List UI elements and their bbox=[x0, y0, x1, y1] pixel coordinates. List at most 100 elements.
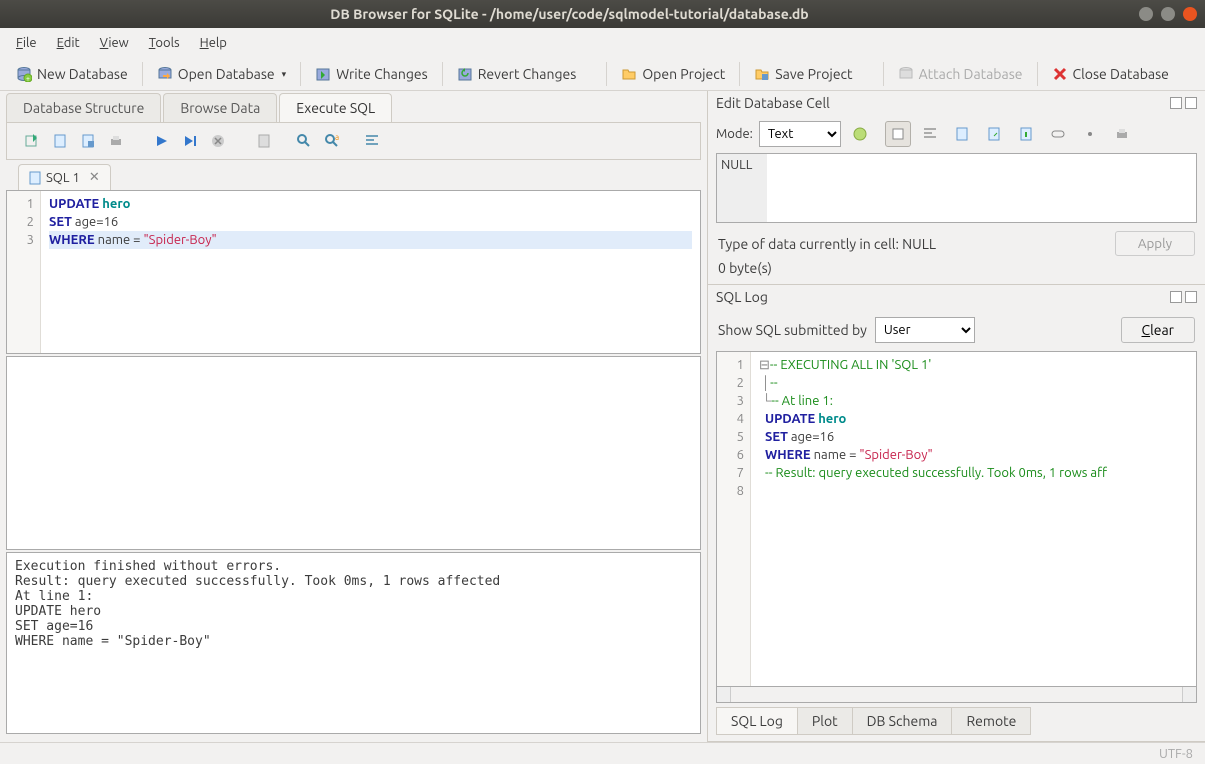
tab-browse-data[interactable]: Browse Data bbox=[163, 93, 277, 122]
close-database-button[interactable]: Close Database bbox=[1044, 60, 1177, 88]
save-sql-icon[interactable] bbox=[75, 129, 101, 153]
menu-bar: File Edit View Tools Help bbox=[0, 28, 1205, 58]
apply-button[interactable]: Apply bbox=[1115, 231, 1195, 256]
cell-bytes: 0 byte(s) bbox=[708, 260, 1205, 284]
bottom-tabs: SQL Log Plot DB Schema Remote bbox=[708, 703, 1205, 741]
menu-tools[interactable]: Tools bbox=[141, 32, 188, 54]
open-project-icon bbox=[621, 66, 637, 82]
write-changes-icon bbox=[315, 66, 331, 82]
sql-editor[interactable]: 123 UPDATE hero SET age=16 WHERE name = … bbox=[6, 190, 701, 354]
dropdown-arrow-icon[interactable]: ▾ bbox=[282, 69, 287, 80]
write-changes-button[interactable]: Write Changes bbox=[307, 60, 436, 88]
cell-config-icon[interactable] bbox=[847, 121, 873, 147]
scroll-left-icon[interactable] bbox=[717, 687, 731, 702]
revert-changes-button[interactable]: Revert Changes bbox=[449, 60, 585, 88]
sql-file-icon bbox=[29, 171, 41, 185]
attach-database-button: Attach Database bbox=[890, 60, 1031, 88]
menu-help[interactable]: Help bbox=[192, 32, 235, 54]
open-database-button[interactable]: Open Database ▾ bbox=[149, 60, 294, 88]
edit-cell-title: Edit Database Cell bbox=[716, 95, 830, 111]
open-sql-icon[interactable] bbox=[47, 129, 73, 153]
results-grid[interactable] bbox=[6, 356, 701, 550]
tab-database-structure[interactable]: Database Structure bbox=[6, 93, 161, 122]
cell-indent-icon[interactable] bbox=[917, 121, 943, 147]
close-tab-icon[interactable]: ✕ bbox=[89, 170, 100, 185]
tab-remote[interactable]: Remote bbox=[951, 707, 1031, 735]
execute-all-icon[interactable] bbox=[149, 129, 175, 153]
open-project-button[interactable]: Open Project bbox=[613, 60, 733, 88]
window-titlebar: DB Browser for SQLite - /home/user/code/… bbox=[0, 0, 1205, 28]
sql-tab-strip: SQL 1 ✕ bbox=[6, 160, 701, 190]
save-project-button[interactable]: Save Project bbox=[746, 60, 860, 88]
sql-code[interactable]: UPDATE hero SET age=16 WHERE name = "Spi… bbox=[41, 191, 700, 353]
cell-type-info: Type of data currently in cell: NULL bbox=[718, 236, 936, 252]
cell-export-icon[interactable] bbox=[981, 121, 1007, 147]
main-tabs: Database Structure Browse Data Execute S… bbox=[0, 91, 707, 122]
new-db-icon: + bbox=[16, 66, 32, 82]
log-horizontal-scrollbar[interactable] bbox=[716, 687, 1197, 703]
close-db-icon bbox=[1052, 66, 1068, 82]
status-bar: UTF-8 bbox=[0, 742, 1205, 764]
mode-label: Mode: bbox=[716, 127, 753, 141]
execute-line-icon[interactable] bbox=[177, 129, 203, 153]
show-sql-label: Show SQL submitted by bbox=[718, 322, 867, 338]
cell-content[interactable] bbox=[767, 154, 1196, 222]
scroll-right-icon[interactable] bbox=[1182, 687, 1196, 702]
tab-execute-sql[interactable]: Execute SQL bbox=[279, 93, 392, 122]
print-icon[interactable] bbox=[103, 129, 129, 153]
svg-text:+: + bbox=[26, 75, 30, 82]
save-results-icon[interactable] bbox=[251, 129, 277, 153]
find-replace-icon[interactable]: a bbox=[319, 129, 345, 153]
new-database-button[interactable]: + New Database bbox=[8, 60, 136, 88]
edit-cell-panel: Edit Database Cell Mode: Text N bbox=[708, 91, 1205, 285]
cell-value-view[interactable]: NULL bbox=[716, 153, 1197, 223]
clear-button[interactable]: Clear bbox=[1121, 317, 1196, 343]
revert-changes-label: Revert Changes bbox=[478, 66, 577, 82]
new-tab-icon[interactable] bbox=[19, 129, 45, 153]
sql-log-title: SQL Log bbox=[716, 289, 768, 305]
attach-db-label: Attach Database bbox=[919, 66, 1023, 82]
minimize-icon[interactable] bbox=[1139, 7, 1153, 21]
window-title: DB Browser for SQLite - /home/user/code/… bbox=[8, 6, 1131, 22]
open-db-icon bbox=[157, 66, 173, 82]
mode-select[interactable]: Text bbox=[759, 121, 841, 147]
format-icon[interactable] bbox=[359, 129, 385, 153]
output-log[interactable]: Execution finished without errors. Resul… bbox=[6, 552, 701, 734]
menu-edit[interactable]: Edit bbox=[49, 32, 88, 54]
panel-close-icon[interactable] bbox=[1185, 97, 1197, 109]
cell-dot-icon[interactable] bbox=[1077, 121, 1103, 147]
menu-file[interactable]: File bbox=[8, 32, 45, 54]
tab-plot[interactable]: Plot bbox=[797, 707, 853, 735]
log-gutter: 12345678 bbox=[717, 352, 751, 686]
svg-text:a: a bbox=[335, 133, 339, 142]
main-toolbar: + New Database Open Database ▾ Write Cha… bbox=[0, 58, 1205, 91]
cell-text-mode-icon[interactable] bbox=[885, 121, 911, 147]
cell-link-icon[interactable] bbox=[1045, 121, 1071, 147]
close-db-label: Close Database bbox=[1073, 66, 1169, 82]
stop-icon[interactable] bbox=[205, 129, 231, 153]
close-window-icon[interactable] bbox=[1183, 7, 1197, 21]
panel-float-icon[interactable] bbox=[1170, 97, 1182, 109]
tab-db-schema[interactable]: DB Schema bbox=[852, 707, 953, 735]
sql-tab-label: SQL 1 bbox=[46, 171, 80, 185]
open-db-label: Open Database bbox=[178, 66, 275, 82]
panel-float-icon[interactable] bbox=[1170, 291, 1182, 303]
cell-null-icon[interactable] bbox=[1013, 121, 1039, 147]
menu-view[interactable]: View bbox=[92, 32, 137, 54]
find-icon[interactable] bbox=[291, 129, 317, 153]
save-project-icon bbox=[754, 66, 770, 82]
save-project-label: Save Project bbox=[775, 66, 852, 82]
panel-close-icon[interactable] bbox=[1185, 291, 1197, 303]
submitter-select[interactable]: User bbox=[875, 317, 975, 343]
tab-sql-log[interactable]: SQL Log bbox=[716, 707, 798, 735]
sql-tab-1[interactable]: SQL 1 ✕ bbox=[18, 164, 111, 190]
cell-print-icon[interactable] bbox=[1109, 121, 1135, 147]
open-project-label: Open Project bbox=[642, 66, 725, 82]
line-gutter: 123 bbox=[7, 191, 41, 353]
sql-log-editor[interactable]: 12345678 ⊟-- EXECUTING ALL IN 'SQL 1' │-… bbox=[716, 351, 1197, 687]
revert-changes-icon bbox=[457, 66, 473, 82]
sql-log-panel: SQL Log Show SQL submitted by User Clear… bbox=[708, 285, 1205, 742]
cell-import-icon[interactable] bbox=[949, 121, 975, 147]
maximize-icon[interactable] bbox=[1161, 7, 1175, 21]
sql-toolbar: a bbox=[6, 122, 701, 160]
